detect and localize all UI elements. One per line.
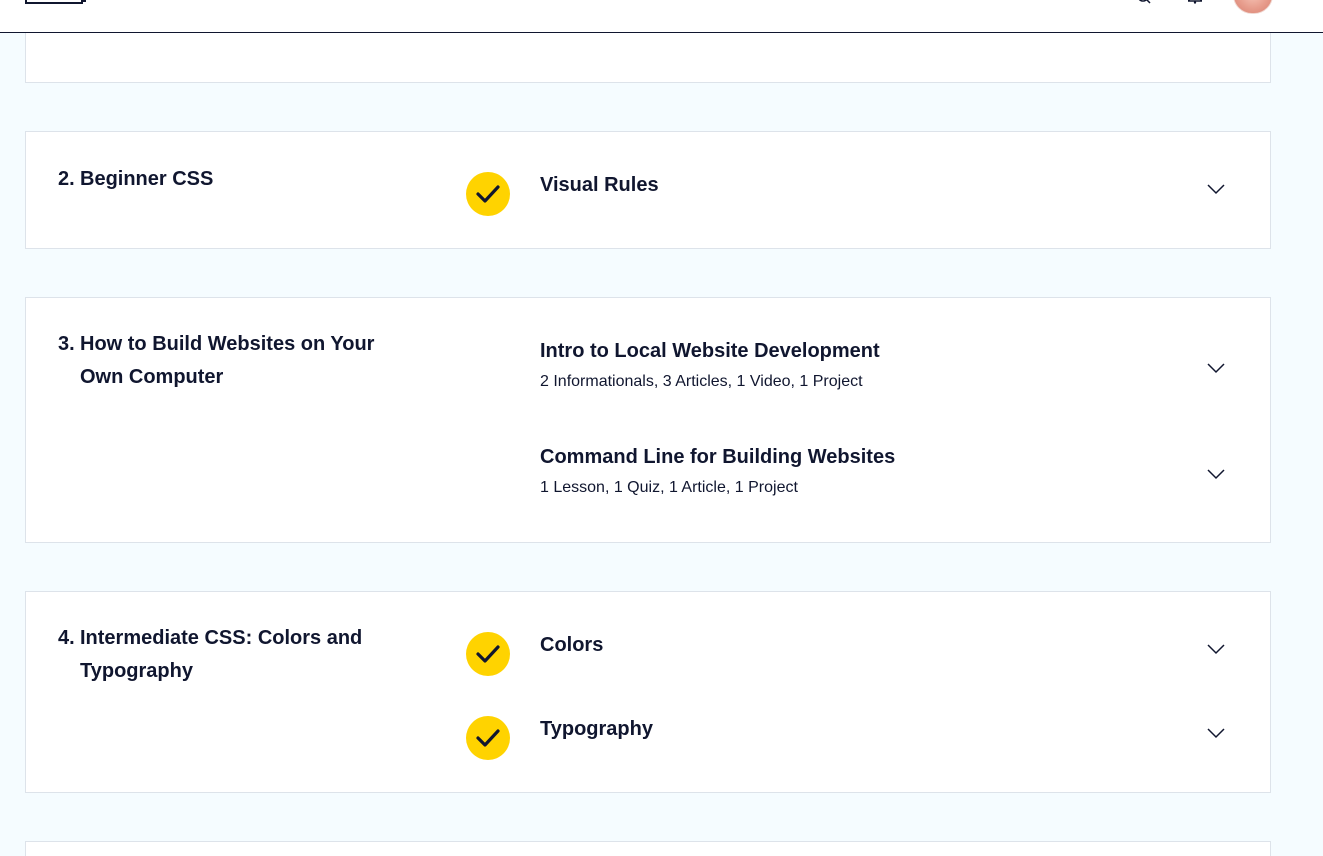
chevron-down-icon[interactable]	[1206, 643, 1226, 655]
top-navigation-bar	[0, 0, 1323, 33]
chevron-down-icon[interactable]	[1206, 468, 1226, 480]
lesson-title[interactable]: Command Line for Building Websites	[540, 446, 895, 469]
module-card-4: 4. Intermediate CSS: Colors and Typograp…	[25, 591, 1271, 793]
module-number: 3.	[58, 333, 75, 355]
lesson-meta: 1 Lesson, 1 Quiz, 1 Article, 1 Project	[540, 479, 798, 496]
lesson-title[interactable]: Colors	[540, 634, 603, 657]
checkmark-icon	[476, 185, 500, 203]
lesson-complete-badge	[466, 632, 510, 676]
module-name: How to Build Websites on Your Own Comput…	[80, 333, 375, 388]
search-icon[interactable]	[1137, 0, 1151, 4]
lesson-title[interactable]: Visual Rules	[540, 174, 659, 197]
module-number: 2.	[58, 168, 75, 190]
module-card-3: 3. How to Build Websites on Your Own Com…	[25, 297, 1271, 543]
lesson-title[interactable]: Intro to Local Website Development	[540, 340, 880, 363]
module-card-2: 2. Beginner CSS Visual Rules	[25, 131, 1271, 249]
module-title: 4. Intermediate CSS: Colors and Typograp…	[58, 622, 398, 688]
chevron-down-icon[interactable]	[1206, 362, 1226, 374]
module-card-5	[25, 841, 1271, 856]
lesson-complete-badge	[466, 716, 510, 760]
avatar[interactable]	[1233, 0, 1273, 14]
module-title: 2. Beginner CSS	[58, 163, 398, 196]
lesson-meta: 2 Informationals, 3 Articles, 1 Video, 1…	[540, 373, 863, 390]
lesson-complete-badge	[466, 172, 510, 216]
logo-cursor-mark	[81, 0, 86, 2]
chevron-down-icon[interactable]	[1206, 183, 1226, 195]
lesson-title[interactable]: Typography	[540, 718, 653, 741]
checkmark-icon	[476, 645, 500, 663]
module-title: 3. How to Build Websites on Your Own Com…	[58, 328, 398, 394]
bell-icon[interactable]	[1188, 0, 1202, 4]
chevron-down-icon[interactable]	[1206, 727, 1226, 739]
module-number: 4.	[58, 627, 75, 649]
checkmark-icon	[476, 729, 500, 747]
module-name: Intermediate CSS: Colors and Typography	[80, 627, 363, 682]
module-name: Beginner CSS	[80, 168, 214, 190]
logo[interactable]	[25, 0, 83, 4]
